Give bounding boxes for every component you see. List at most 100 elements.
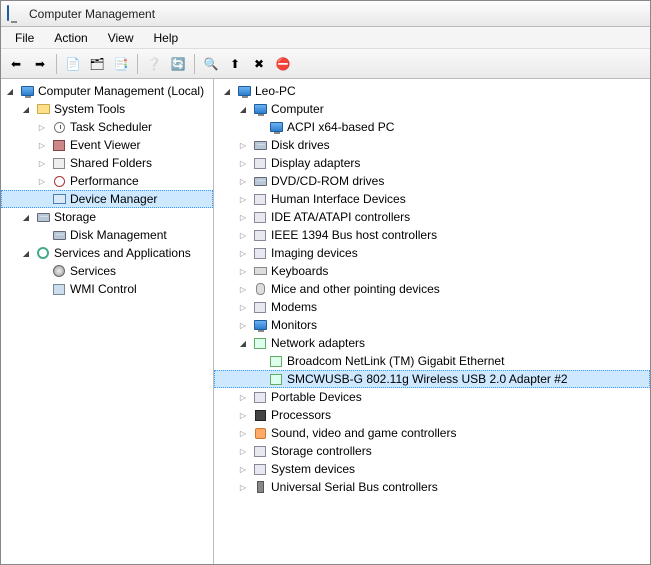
node-event-viewer[interactable]: Event Viewer bbox=[1, 136, 213, 154]
forward-icon[interactable]: ➡ bbox=[29, 53, 51, 75]
dev-icon bbox=[252, 155, 268, 171]
dev-hid[interactable]: Human Interface Devices bbox=[214, 190, 650, 208]
expand-icon[interactable] bbox=[236, 174, 250, 188]
dev-mice[interactable]: Mice and other pointing devices bbox=[214, 280, 650, 298]
node-disk-management[interactable]: Disk Management bbox=[1, 226, 213, 244]
tree-label: IDE ATA/ATAPI controllers bbox=[271, 210, 410, 224]
properties-icon[interactable]: 📑 bbox=[110, 53, 132, 75]
expand-icon[interactable] bbox=[236, 246, 250, 260]
disk-icon bbox=[252, 173, 268, 189]
node-wmi-control[interactable]: WMI Control bbox=[1, 280, 213, 298]
tree-label: Shared Folders bbox=[70, 156, 152, 170]
node-services-apps[interactable]: Services and Applications bbox=[1, 244, 213, 262]
dev-smcwusb[interactable]: SMCWUSB-G 802.11g Wireless USB 2.0 Adapt… bbox=[214, 370, 650, 388]
expand-icon[interactable] bbox=[35, 174, 49, 188]
dev-modems[interactable]: Modems bbox=[214, 298, 650, 316]
refresh-icon[interactable]: 🔄 bbox=[167, 53, 189, 75]
dev-root[interactable]: Leo-PC bbox=[214, 82, 650, 100]
expand-icon[interactable] bbox=[35, 120, 49, 134]
expand-icon[interactable] bbox=[236, 390, 250, 404]
expand-icon[interactable] bbox=[236, 282, 250, 296]
expand-icon[interactable] bbox=[236, 480, 250, 494]
expand-icon[interactable] bbox=[35, 138, 49, 152]
show-hide-tree-icon[interactable]: 🗂 bbox=[86, 53, 108, 75]
dev-monitors[interactable]: Monitors bbox=[214, 316, 650, 334]
expand-icon[interactable] bbox=[236, 102, 250, 116]
root-computer-management[interactable]: Computer Management (Local) bbox=[1, 82, 213, 100]
expand-icon[interactable] bbox=[236, 300, 250, 314]
dev-keyboards[interactable]: Keyboards bbox=[214, 262, 650, 280]
dev-processors[interactable]: Processors bbox=[214, 406, 650, 424]
monitor-icon bbox=[236, 83, 252, 99]
node-task-scheduler[interactable]: Task Scheduler bbox=[1, 118, 213, 136]
expand-icon[interactable] bbox=[19, 246, 33, 260]
dev-icon bbox=[252, 209, 268, 225]
expand-icon[interactable] bbox=[236, 264, 250, 278]
dev-acpi[interactable]: ACPI x64-based PC bbox=[214, 118, 650, 136]
dev-storage-ctrl[interactable]: Storage controllers bbox=[214, 442, 650, 460]
node-shared-folders[interactable]: Shared Folders bbox=[1, 154, 213, 172]
expand-icon[interactable] bbox=[236, 228, 250, 242]
uninstall-icon[interactable]: ✖ bbox=[248, 53, 270, 75]
expand-icon[interactable] bbox=[236, 318, 250, 332]
expand-icon[interactable] bbox=[236, 408, 250, 422]
node-performance[interactable]: Performance bbox=[1, 172, 213, 190]
back-icon[interactable]: ⬅ bbox=[5, 53, 27, 75]
dev-usb[interactable]: Universal Serial Bus controllers bbox=[214, 478, 650, 496]
dev-sound[interactable]: Sound, video and game controllers bbox=[214, 424, 650, 442]
scan-hardware-icon[interactable]: 🔍 bbox=[200, 53, 222, 75]
expand-icon[interactable] bbox=[220, 84, 234, 98]
disable-icon[interactable]: ⛔ bbox=[272, 53, 294, 75]
dev-dvd[interactable]: DVD/CD-ROM drives bbox=[214, 172, 650, 190]
tree-label: Computer bbox=[271, 102, 324, 116]
menu-file[interactable]: File bbox=[7, 29, 42, 47]
dev-ide[interactable]: IDE ATA/ATAPI controllers bbox=[214, 208, 650, 226]
menu-help[interactable]: Help bbox=[146, 29, 187, 47]
expand-icon[interactable] bbox=[19, 210, 33, 224]
dev-network-adapters[interactable]: Network adapters bbox=[214, 334, 650, 352]
toolbar: ⬅ ➡ 📄 🗂 📑 ❔ 🔄 🔍 ⬆ ✖ ⛔ bbox=[1, 49, 650, 79]
devmgr-icon bbox=[51, 191, 67, 207]
tree-label: Human Interface Devices bbox=[271, 192, 406, 206]
content-panes: Computer Management (Local)System ToolsT… bbox=[1, 79, 650, 564]
dev-system[interactable]: System devices bbox=[214, 460, 650, 478]
dev-1394[interactable]: IEEE 1394 Bus host controllers bbox=[214, 226, 650, 244]
expand-icon[interactable] bbox=[236, 336, 250, 350]
tree-label: ACPI x64-based PC bbox=[287, 120, 394, 134]
tree-label: Universal Serial Bus controllers bbox=[271, 480, 438, 494]
dev-portable[interactable]: Portable Devices bbox=[214, 388, 650, 406]
dev-disk-drives[interactable]: Disk drives bbox=[214, 136, 650, 154]
expand-icon[interactable] bbox=[236, 138, 250, 152]
disk-icon bbox=[51, 227, 67, 243]
mouse-icon bbox=[252, 281, 268, 297]
dev-computer[interactable]: Computer bbox=[214, 100, 650, 118]
tree-label: Monitors bbox=[271, 318, 317, 332]
expand-icon[interactable] bbox=[3, 84, 17, 98]
node-storage[interactable]: Storage bbox=[1, 208, 213, 226]
menu-view[interactable]: View bbox=[100, 29, 142, 47]
menu-action[interactable]: Action bbox=[46, 29, 95, 47]
expand-icon[interactable] bbox=[236, 426, 250, 440]
tree-label: Display adapters bbox=[271, 156, 360, 170]
expand-icon[interactable] bbox=[19, 102, 33, 116]
expand-icon[interactable] bbox=[236, 192, 250, 206]
dev-display[interactable]: Display adapters bbox=[214, 154, 650, 172]
dev-imaging[interactable]: Imaging devices bbox=[214, 244, 650, 262]
tree-label: Storage bbox=[54, 210, 96, 224]
update-driver-icon[interactable]: ⬆ bbox=[224, 53, 246, 75]
expand-icon[interactable] bbox=[236, 156, 250, 170]
help-icon[interactable]: ❔ bbox=[143, 53, 165, 75]
up-icon[interactable]: 📄 bbox=[62, 53, 84, 75]
gear-icon bbox=[35, 245, 51, 261]
expand-icon[interactable] bbox=[35, 156, 49, 170]
expand-icon[interactable] bbox=[236, 210, 250, 224]
dev-broadcom[interactable]: Broadcom NetLink (TM) Gigabit Ethernet bbox=[214, 352, 650, 370]
node-system-tools[interactable]: System Tools bbox=[1, 100, 213, 118]
tree-label: Disk drives bbox=[271, 138, 330, 152]
expand-icon[interactable] bbox=[236, 444, 250, 458]
expand-icon[interactable] bbox=[236, 462, 250, 476]
node-device-manager[interactable]: Device Manager bbox=[1, 190, 213, 208]
wmi-icon bbox=[51, 281, 67, 297]
net-icon bbox=[268, 353, 284, 369]
node-services[interactable]: Services bbox=[1, 262, 213, 280]
